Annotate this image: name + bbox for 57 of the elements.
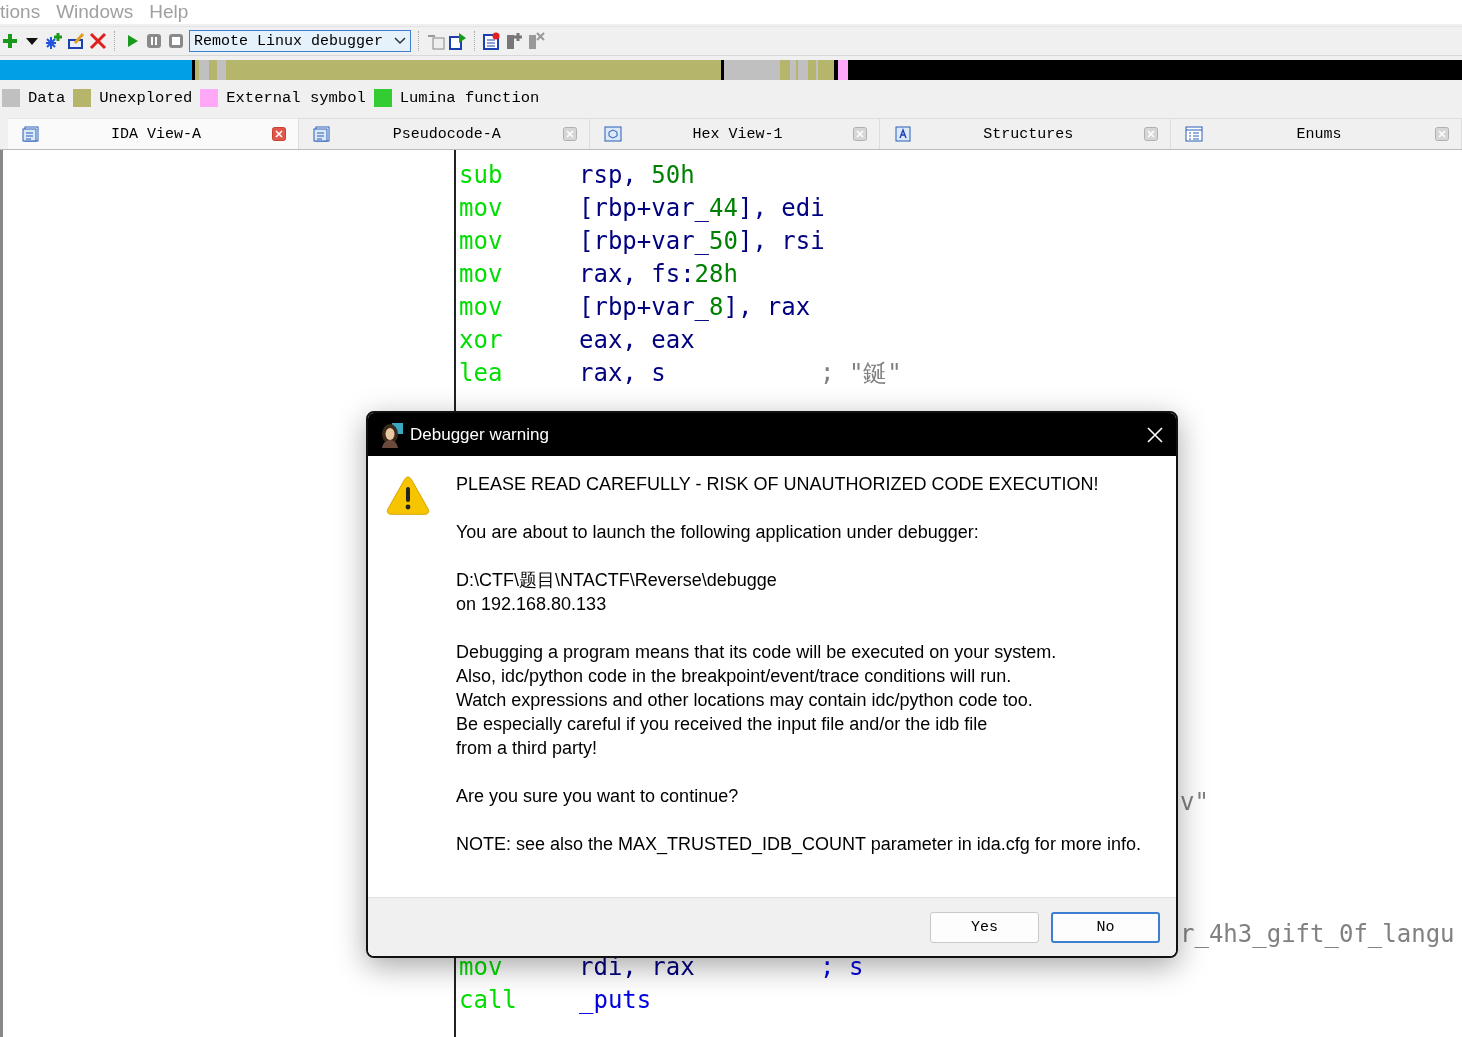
- instruction-operands: eax, eax: [579, 325, 696, 356]
- breakpoint-list-icon[interactable]: [483, 32, 501, 50]
- tab[interactable]: Hex View-1: [589, 118, 881, 149]
- legend-label: External symbol: [226, 89, 366, 107]
- tab[interactable]: Pseudocode-A: [298, 118, 590, 149]
- dialog-message: Debugging a program means that its code will be executed on your system. Also, idc/python code in the breakpoint/event/trace conditions will run. Watch expressions and other locations may contain idc/python code too. Be especially careful if you received the input file and/or the idb file from a third party!: [456, 641, 1058, 760]
- instruction-operands: _puts: [579, 985, 653, 1016]
- letter-a-icon: [894, 126, 913, 142]
- instruction-mnemonic: lea: [459, 358, 504, 389]
- document-icon: [22, 126, 40, 142]
- instruction-operands: rax, fs:28h: [579, 259, 739, 290]
- dialog-title: Debugger warning: [410, 424, 550, 445]
- document-icon: [312, 126, 331, 142]
- legend-label: Unexplored: [99, 89, 193, 107]
- app-icon: [380, 421, 404, 448]
- instruction-mnemonic: sub: [459, 160, 504, 191]
- tab[interactable]: Enums: [1171, 118, 1462, 149]
- instruction-operands: rsp, 50h: [579, 160, 696, 191]
- instruction-mnemonic: xor: [459, 325, 504, 356]
- tab[interactable]: IDA View-A: [8, 118, 299, 149]
- dialog-message: NOTE: see also the MAX_TRUSTED_IDB_COUNT parameter in ida.cfg for more info.: [456, 833, 1141, 856]
- instruction-mnemonic: mov: [459, 952, 504, 983]
- warning-icon: [386, 474, 430, 518]
- dialog-message: PLEASE READ CAREFULLY - RISK OF UNAUTHORIZED CODE EXECUTION!: [456, 473, 1100, 496]
- remove-breakpoint-icon[interactable]: [527, 32, 545, 50]
- add-breakpoint-icon[interactable]: [505, 32, 523, 50]
- pause-icon[interactable]: [145, 32, 163, 50]
- code-comment: v": [1180, 787, 1209, 818]
- instruction-operands: [rbp+var_44], edi: [579, 193, 825, 224]
- instruction-mnemonic: call: [459, 985, 518, 1016]
- legend-label: Data: [28, 89, 66, 107]
- code-comment: ; s: [820, 952, 864, 983]
- instruction-mnemonic: mov: [459, 226, 504, 257]
- list-icon: [1185, 126, 1204, 142]
- code-comment: r_4h3_gift_0f_langu: [1180, 919, 1455, 950]
- run-to-icon[interactable]: [449, 32, 467, 50]
- dialog-button[interactable]: No: [1051, 911, 1160, 943]
- code-comment: ; "鋋": [820, 358, 902, 389]
- instruction-operands: [rbp+var_50], rsi: [579, 226, 825, 257]
- tab[interactable]: Structures: [880, 118, 1172, 149]
- debugger-dropdown[interactable]: Remote Linux debugger: [189, 30, 411, 52]
- dialog-button[interactable]: Yes: [930, 911, 1039, 943]
- instruction-operands: rax, s: [579, 358, 667, 389]
- dialog-message: Are you sure you want to continue?: [456, 785, 740, 808]
- asterisk-plus-icon[interactable]: [45, 32, 63, 50]
- edit-icon[interactable]: [67, 32, 85, 50]
- instruction-mnemonic: mov: [459, 193, 504, 224]
- dialog-message: You are about to launch the following application under debugger:: [456, 521, 980, 544]
- instruction-mnemonic: mov: [459, 259, 504, 290]
- legend-label: Lumina function: [399, 89, 540, 107]
- instruction-operands: [rbp+var_8], rax: [579, 292, 812, 323]
- instruction-operands: rdi, rax: [579, 952, 696, 983]
- caret-icon[interactable]: [394, 37, 406, 45]
- dialog-message: D:\CTF\题目\NTACTF\Reverse\debugge on 192.168.80.133: [456, 569, 778, 616]
- stop-icon[interactable]: [167, 32, 185, 50]
- instruction-mnemonic: mov: [459, 292, 504, 323]
- navigation-band-drawing[interactable]: [0, 60, 1462, 80]
